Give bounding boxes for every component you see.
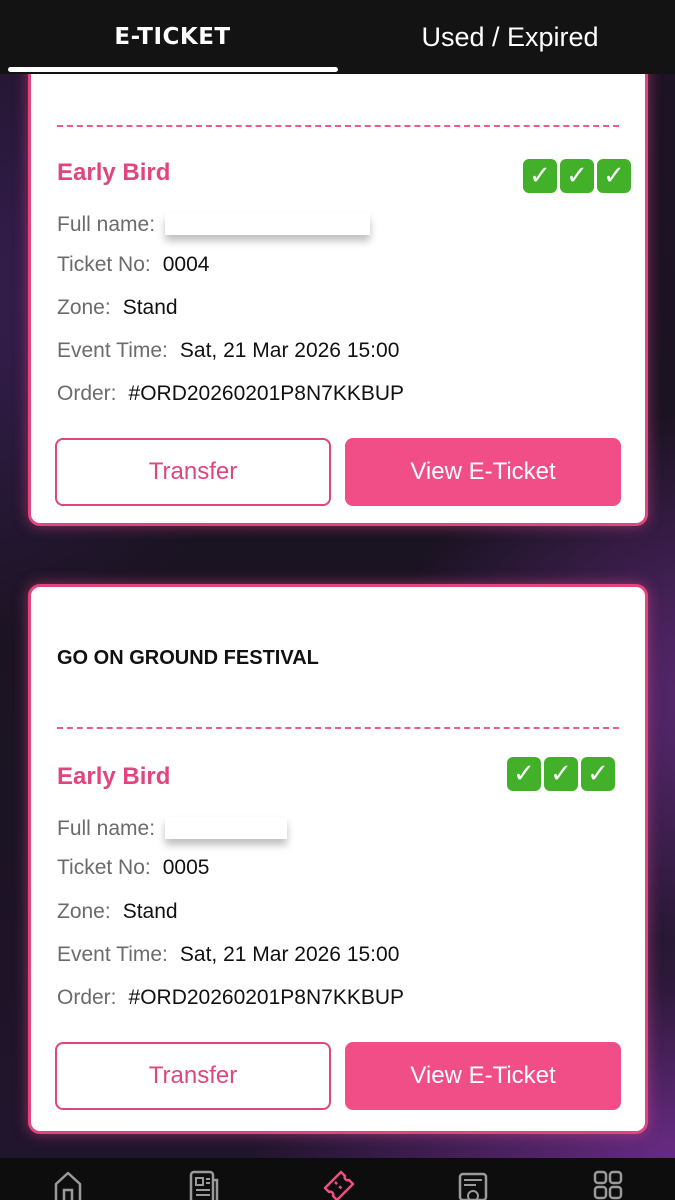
- check-icon: ✓: [507, 757, 541, 791]
- bottom-nav: [0, 1158, 675, 1200]
- dashed-divider: [57, 125, 619, 127]
- order-row: Order: #ORD20260201P8N7KKBUP: [57, 382, 404, 406]
- zone-value: Stand: [122, 900, 178, 923]
- zone-label: Zone:: [57, 296, 111, 319]
- full-name-row: Full name:: [57, 813, 288, 841]
- ticket-no-row: Ticket No: 0005: [57, 856, 209, 880]
- transfer-button[interactable]: Transfer: [55, 1042, 331, 1110]
- event-time-label: Event Time:: [57, 339, 168, 362]
- zone-value: Stand: [122, 296, 178, 319]
- order-value: #ORD20260201P8N7KKBUP: [128, 986, 405, 1009]
- nav-tickets[interactable]: [318, 1168, 358, 1200]
- ticket-card: Early Bird ✓ ✓ ✓ Full name: Ticket No: 0…: [28, 40, 648, 526]
- nav-home[interactable]: [48, 1168, 88, 1200]
- transfer-button[interactable]: Transfer: [55, 438, 331, 506]
- news-icon: [189, 1170, 218, 1200]
- order-value: #ORD20260201P8N7KKBUP: [128, 382, 405, 405]
- check-icon: ✓: [581, 757, 615, 791]
- event-time-row: Event Time: Sat, 21 Mar 2026 15:00: [57, 943, 399, 967]
- ticket-no-row: Ticket No: 0004: [57, 253, 209, 277]
- full-name-label: Full name:: [57, 213, 156, 236]
- home-icon: [54, 1171, 81, 1200]
- ticket-tier: Early Bird: [57, 159, 171, 186]
- full-name-label: Full name:: [57, 817, 156, 840]
- ticket-no-value: 0005: [162, 856, 210, 879]
- check-badges: ✓ ✓ ✓: [507, 757, 615, 791]
- zone-label: Zone:: [57, 900, 111, 923]
- check-icon: ✓: [560, 159, 594, 193]
- ticket-tier: Early Bird: [57, 763, 171, 790]
- zone-row: Zone: Stand: [57, 900, 178, 924]
- full-name-row: Full name:: [57, 209, 371, 237]
- view-eticket-button[interactable]: View E-Ticket: [345, 438, 621, 506]
- tab-used-expired-label: Used / Expired: [421, 21, 599, 52]
- menu-grid-icon: [593, 1170, 622, 1200]
- order-label: Order:: [57, 986, 117, 1009]
- redacted-name: [165, 817, 288, 839]
- check-icon: ✓: [597, 159, 631, 193]
- tab-used-expired[interactable]: Used / Expired: [345, 0, 675, 74]
- check-badges: ✓ ✓ ✓: [523, 159, 631, 193]
- ticket-no-label: Ticket No:: [57, 253, 151, 276]
- view-eticket-button[interactable]: View E-Ticket: [345, 1042, 621, 1110]
- ticket-no-label: Ticket No:: [57, 856, 151, 879]
- ticket-icon: [323, 1170, 354, 1200]
- event-time-label: Event Time:: [57, 943, 168, 966]
- order-label: Order:: [57, 382, 117, 405]
- tab-eticket-label: E-TICKET: [114, 24, 231, 50]
- check-icon: ✓: [544, 757, 578, 791]
- screen: Early Bird ✓ ✓ ✓ Full name: Ticket No: 0…: [0, 0, 675, 1200]
- nav-news[interactable]: [183, 1168, 223, 1200]
- redacted-name: [165, 213, 371, 235]
- zone-row: Zone: Stand: [57, 296, 178, 320]
- event-time-value: Sat, 21 Mar 2026 15:00: [179, 339, 400, 362]
- nav-menu[interactable]: [588, 1168, 628, 1200]
- check-icon: ✓: [523, 159, 557, 193]
- tab-eticket[interactable]: E-TICKET: [0, 0, 345, 74]
- ticket-no-value: 0004: [162, 253, 210, 276]
- event-title: GO ON GROUND FESTIVAL: [57, 647, 319, 669]
- event-time-row: Event Time: Sat, 21 Mar 2026 15:00: [57, 339, 399, 363]
- active-tab-indicator: [8, 67, 338, 72]
- ticket-card: GO ON GROUND FESTIVAL Early Bird ✓ ✓ ✓ F…: [28, 584, 648, 1134]
- event-time-value: Sat, 21 Mar 2026 15:00: [179, 943, 400, 966]
- ticket-tabs: E-TICKET Used / Expired: [0, 0, 675, 74]
- order-row: Order: #ORD20260201P8N7KKBUP: [57, 986, 404, 1010]
- nav-vouchers[interactable]: [453, 1168, 493, 1200]
- voucher-icon: [458, 1172, 487, 1200]
- dashed-divider: [57, 727, 619, 729]
